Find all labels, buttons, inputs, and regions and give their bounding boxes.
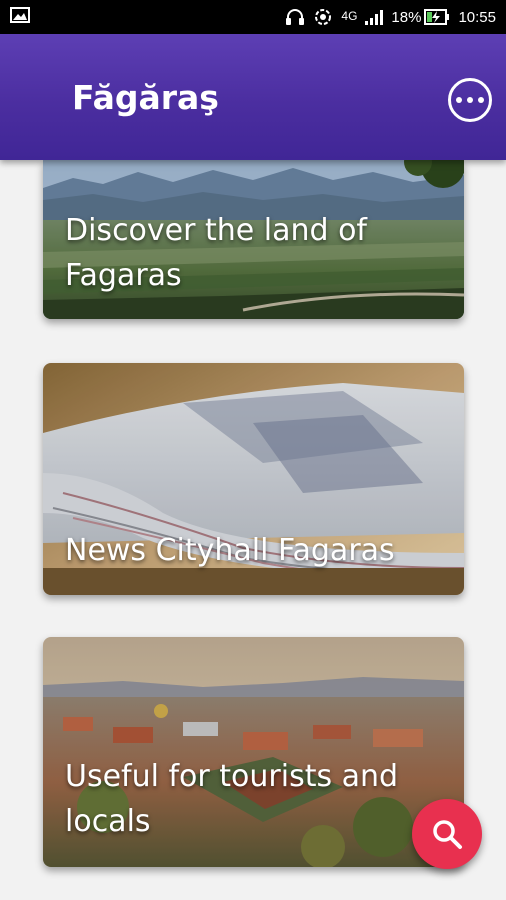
- card-title: Useful for tourists and locals: [65, 759, 399, 839]
- more-dot: [478, 97, 484, 103]
- clock: 10:55: [458, 8, 496, 26]
- card-list: Discover the land of Fagaras News Cityha…: [0, 160, 506, 900]
- network-type: 4G: [341, 9, 358, 23]
- more-options-button[interactable]: [448, 78, 492, 122]
- search-icon: [433, 820, 462, 849]
- sync-icon: [313, 7, 333, 27]
- card-discover[interactable]: Discover the land of Fagaras: [43, 160, 464, 319]
- signal-icon: [365, 9, 384, 25]
- battery-level: 18%: [391, 8, 422, 26]
- app-title: Făgăraş: [72, 78, 219, 117]
- card-title: News Cityhall Fagaras: [65, 533, 395, 568]
- image-notification-icon: [10, 7, 30, 27]
- more-dot: [467, 97, 473, 103]
- headphones-icon: [285, 8, 305, 26]
- more-horizontal-icon: [456, 97, 462, 103]
- search-button[interactable]: [412, 799, 482, 869]
- status-bar: 4G 18% 10:55: [0, 0, 506, 34]
- card-news[interactable]: News Cityhall Fagaras: [43, 363, 464, 595]
- app-bar: Făgăraş: [0, 34, 506, 160]
- card-title: Discover the land of Fagaras: [65, 213, 367, 293]
- battery-charging-icon: [424, 9, 450, 25]
- card-tourists[interactable]: Useful for tourists and locals: [43, 637, 464, 867]
